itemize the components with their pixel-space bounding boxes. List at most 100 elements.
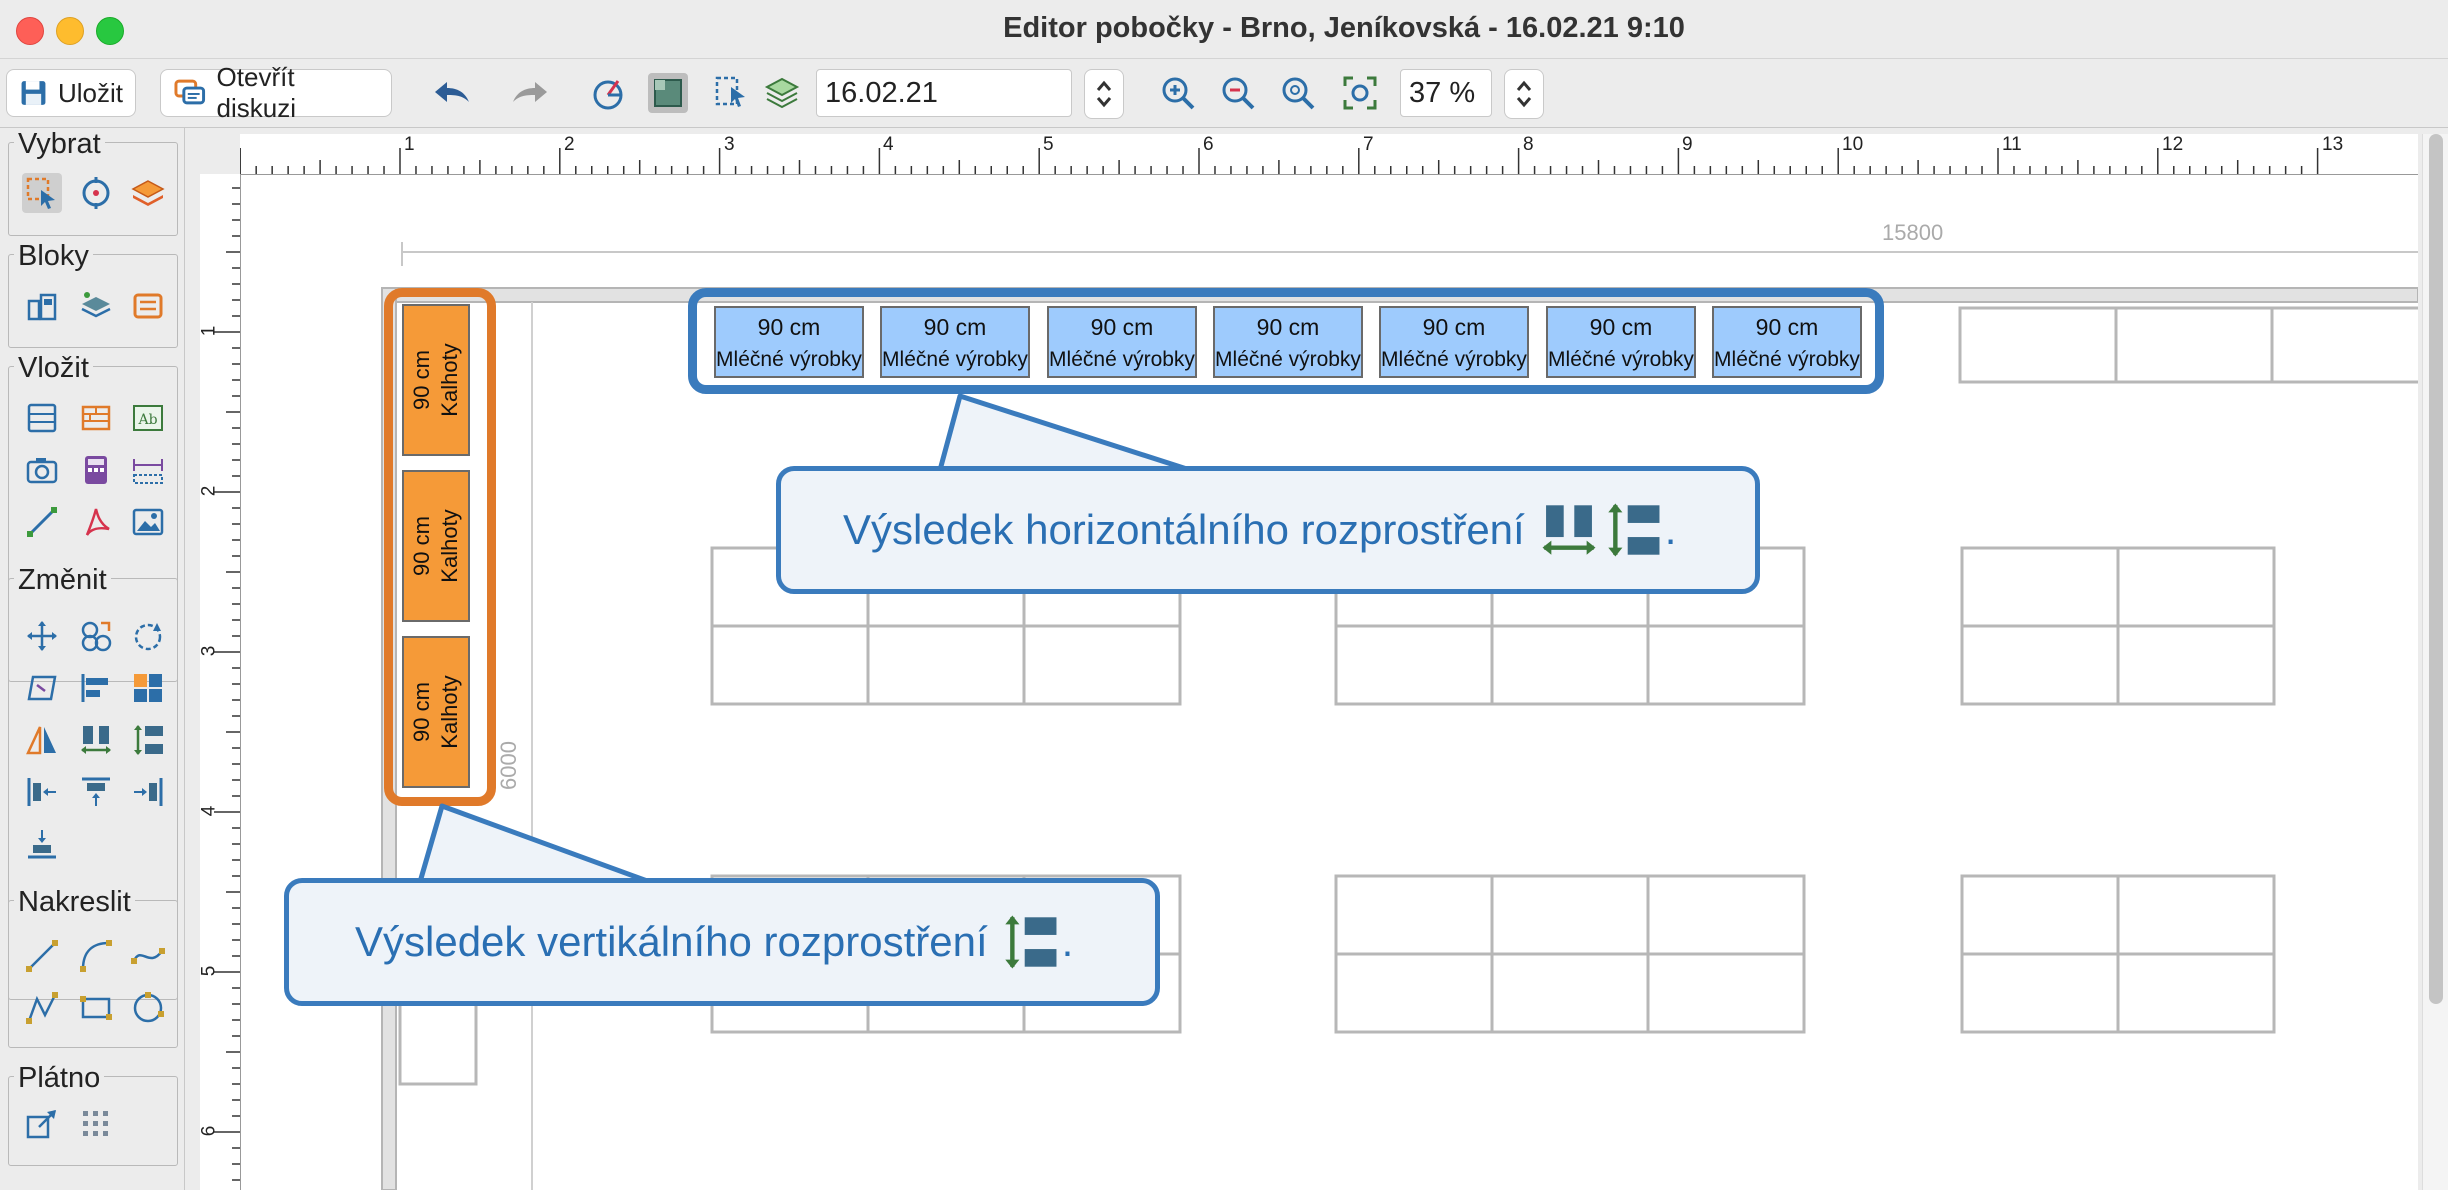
width-dimension-label: 15800	[1882, 220, 1944, 245]
move-tool[interactable]	[22, 616, 62, 656]
text-box-icon: Ab	[133, 405, 163, 431]
fit-to-screen-icon	[1343, 76, 1377, 110]
align-top-arrow-icon	[82, 777, 110, 806]
align-left-edge-tool[interactable]	[22, 772, 62, 812]
transform-tool[interactable]	[22, 668, 62, 708]
save-button[interactable]: Uložit	[6, 69, 136, 117]
arc-icon	[80, 940, 112, 972]
ruler-label: 11	[2002, 134, 2022, 155]
ruler-label: 8	[1523, 134, 1534, 155]
canvas-resize-tool[interactable]	[22, 1104, 62, 1144]
zoom-stepper[interactable]	[1504, 69, 1544, 119]
date-stepper[interactable]	[1084, 69, 1124, 119]
dimension-line-icon	[133, 459, 163, 484]
align-bottom-edge-tool[interactable]	[22, 824, 62, 864]
draw-curve-tool[interactable]	[128, 936, 168, 976]
align-left-tool[interactable]	[76, 668, 116, 708]
block-list-icon	[133, 293, 163, 319]
zoom-out-button[interactable]	[1218, 73, 1258, 113]
zoom-to-fit-page-button[interactable]	[1340, 73, 1380, 113]
ruler-label: 2	[564, 134, 575, 155]
shelf-icon	[27, 403, 57, 433]
undo-button[interactable]	[432, 73, 472, 113]
skew-icon	[27, 675, 57, 701]
canvas-grid-tool[interactable]	[76, 1104, 116, 1144]
main-toolbar: Uložit Otevřít diskuzi 16.02.21 37 %	[0, 59, 2448, 128]
layers-button[interactable]	[762, 73, 802, 113]
vertical-selection-highlight	[384, 288, 496, 806]
draw-circle-tool[interactable]	[128, 988, 168, 1028]
insert-dimension-tool[interactable]	[128, 450, 168, 490]
polyline-icon	[26, 992, 58, 1024]
vertical-scrollbar[interactable]	[2422, 134, 2448, 1190]
vertical-scrollbar-thumb[interactable]	[2429, 134, 2443, 1004]
align-right-edge-tool[interactable]	[128, 772, 168, 812]
gondola-cell	[2116, 952, 2276, 1034]
zoom-out-icon	[1222, 77, 1255, 110]
draw-line-tool[interactable]	[22, 936, 62, 976]
ruler-label: 13	[2322, 134, 2344, 155]
tool-palette: Vybrat Bloky Vložit Ab Změnit Nakreslit …	[0, 128, 185, 1190]
insert-shelf-tool[interactable]	[22, 398, 62, 438]
gondola-cell	[1960, 546, 2120, 628]
draw-arc-tool[interactable]	[76, 936, 116, 976]
insert-line-tool[interactable]	[22, 502, 62, 542]
zoom-field[interactable]: 37 %	[1400, 69, 1492, 117]
align-top-edge-tool[interactable]	[76, 772, 116, 812]
window-title: Editor pobočky - Brno, Jeníkovská - 16.0…	[1003, 12, 1685, 44]
group-canvas-label: Plátno	[14, 1062, 105, 1095]
brick-wall-icon	[81, 405, 111, 431]
select-mode-button[interactable]	[712, 73, 752, 113]
rotate-tool[interactable]	[128, 616, 168, 656]
open-discussion-label: Otevřít diskuzi	[216, 62, 297, 123]
align-bars-icon	[81, 674, 108, 702]
zoom-fit-button[interactable]	[1278, 73, 1318, 113]
zoom-reset-icon	[1282, 77, 1315, 110]
group-select-label: Vybrat	[14, 128, 105, 161]
zoom-in-button[interactable]	[1158, 73, 1198, 113]
distribute-vertical-tool[interactable]	[128, 720, 168, 760]
insert-calculator-tool[interactable]	[76, 450, 116, 490]
camera-icon	[26, 458, 58, 484]
group-modify-label: Změnit	[14, 564, 111, 597]
move-arrows-icon	[27, 621, 57, 651]
distribute-horizontal-tool[interactable]	[76, 720, 116, 760]
insert-pdf-tool[interactable]	[76, 502, 116, 542]
redo-button[interactable]	[510, 73, 550, 113]
insert-photo-tool[interactable]	[22, 450, 62, 490]
draw-rectangle-tool[interactable]	[76, 988, 116, 1028]
open-discussion-button[interactable]: Otevřít diskuzi	[160, 62, 392, 123]
align-right-arrow-icon	[134, 778, 163, 806]
insert-wall-tool[interactable]	[76, 398, 116, 438]
group-insert-label: Vložit	[14, 352, 93, 385]
insert-text-tool[interactable]: Ab	[128, 398, 168, 438]
layer-select-tool[interactable]	[128, 173, 168, 213]
insert-image-tool[interactable]	[128, 502, 168, 542]
image-icon	[132, 508, 164, 536]
block-tool-3[interactable]	[128, 286, 168, 326]
group-draw-label: Nakreslit	[14, 886, 135, 919]
gondola-cell	[1960, 874, 2120, 956]
date-field[interactable]: 16.02.21	[816, 69, 1072, 117]
grid-blocks-icon	[134, 674, 162, 702]
gondola-cell	[2116, 624, 2276, 706]
group-objects-tool[interactable]	[128, 668, 168, 708]
mirror-icon	[26, 726, 56, 755]
ruler-label: 5	[198, 965, 220, 977]
angle-tool-button[interactable]	[588, 73, 628, 113]
select-tool[interactable]	[22, 173, 62, 213]
shelf-outline	[2114, 306, 2274, 384]
mirror-tool[interactable]	[22, 720, 62, 760]
snap-grid-toggle[interactable]	[648, 73, 688, 113]
floppy-disk-icon	[21, 81, 46, 105]
block-tool-2[interactable]	[76, 286, 116, 326]
target-select-tool[interactable]	[76, 173, 116, 213]
copy-tool[interactable]	[76, 616, 116, 656]
canvas-resize-icon	[26, 1110, 56, 1139]
draw-polyline-tool[interactable]	[22, 988, 62, 1028]
up-down-chevron-icon	[1516, 80, 1532, 108]
zoom-in-icon	[1162, 77, 1195, 110]
undo-arrow-icon	[435, 82, 469, 102]
block-tool-1[interactable]	[22, 286, 62, 326]
marquee-select-icon	[26, 177, 55, 209]
